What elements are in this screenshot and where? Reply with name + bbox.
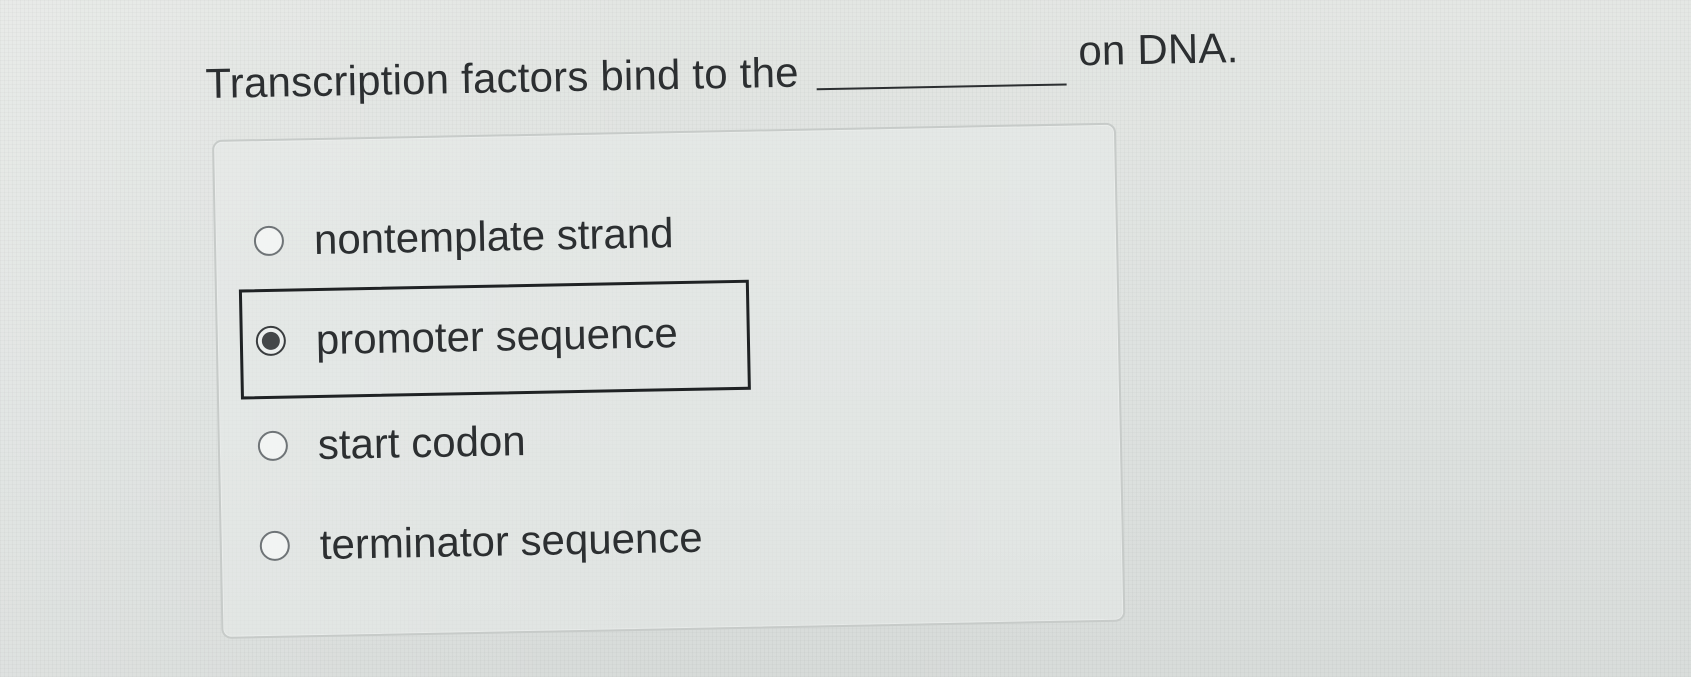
option-start-codon[interactable]: start codon [257, 411, 526, 476]
answer-blank [816, 43, 1067, 91]
radio-button[interactable] [253, 225, 285, 257]
option-label: terminator sequence [319, 513, 704, 569]
radio-button[interactable] [259, 530, 291, 562]
option-nontemplate-strand[interactable]: nontemplate strand [253, 203, 674, 271]
question-text-before: Transcription factors bind to the [205, 48, 800, 107]
question-prompt: Transcription factors bind to the on DNA. [205, 24, 1239, 108]
option-label: start codon [317, 417, 527, 469]
question-text-after: on DNA. [1077, 24, 1239, 75]
radio-button[interactable] [257, 430, 289, 462]
radio-button-selected[interactable] [255, 325, 287, 357]
option-promoter-sequence[interactable]: promoter sequence [255, 303, 678, 371]
option-label: promoter sequence [315, 309, 679, 364]
option-terminator-sequence[interactable]: terminator sequence [259, 508, 703, 576]
option-label: nontemplate strand [313, 209, 674, 264]
answer-options-card: nontemplate strand promoter sequence sta… [212, 122, 1126, 639]
